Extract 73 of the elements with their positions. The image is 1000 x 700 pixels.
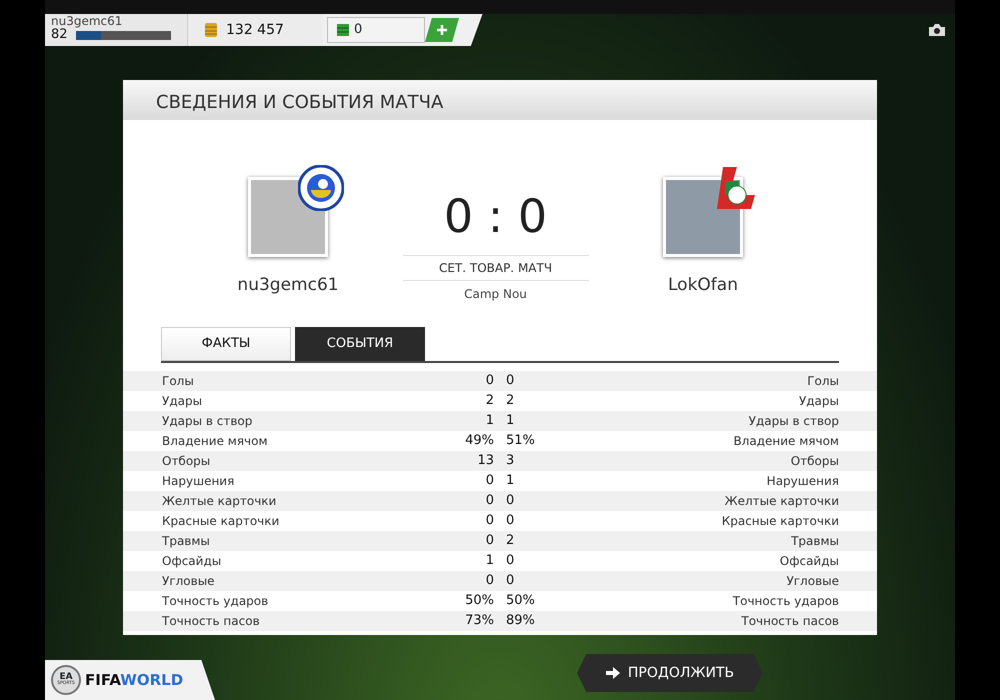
stat-label: Точность пасов [741,613,839,630]
away-stat-value: 3 [506,452,516,470]
panel-title: СВЕДЕНИЯ И СОБЫТИЯ МАТЧА [123,80,877,120]
stat-label: Отборы [162,453,210,470]
add-points-button[interactable] [425,18,459,42]
home-player-name: nu3gemc61 [237,274,339,297]
away-stat-value: 0 [506,572,516,590]
home-stat-value: 0 [484,492,494,510]
away-stat-value: 0 [506,492,516,510]
username: nu3gemc61 [51,14,124,28]
stat-label: Удары [798,393,839,410]
stat-label: Удары в створ [162,413,252,430]
stat-label: Красные карточки [162,513,280,530]
stat-label: Желтые карточки [724,493,839,510]
stat-label: Точность пасов [162,613,260,630]
venue-name: Camp Nou [464,286,527,303]
tab[interactable]: ФАКТЫ [161,327,291,361]
home-stat-value: 73% [464,612,494,630]
away-stat-value: 1 [506,412,516,430]
stat-label: Владение мячом [162,433,268,450]
home-stat-value: 13 [476,452,494,470]
stat-label: Угловые [786,573,839,590]
stat-label: Нарушения [766,473,839,490]
continue-button[interactable]: ПРОДОЛЖИТЬ [577,654,763,692]
home-stat-value: 0 [484,372,494,390]
tab[interactable]: СОБЫТИЯ [295,327,425,361]
coins-amount: 132 457 [226,20,284,40]
club-badge-icon [298,165,344,211]
points-icon [336,23,350,37]
away-stat-value: 0 [506,552,516,570]
level-number: 82 [51,28,68,42]
away-stat-value: 50% [506,592,536,610]
stat-label: Голы [807,373,839,390]
stat-label: Офсайды [162,553,222,570]
match-type: СЕТ. ТОВАР. МАТЧ [402,255,588,281]
home-stat-value: 2 [484,392,494,410]
stat-label: Офсайды [780,553,839,570]
home-stat-value: 0 [484,532,494,550]
away-stat-value: 1 [506,472,516,490]
stat-label: Точность ударов [732,593,839,610]
plus-icon [437,25,447,35]
coins-icon [204,22,218,38]
camera-icon[interactable] [929,24,945,36]
away-stat-value: 2 [506,532,516,550]
away-player-name: LokOfan [668,274,738,297]
home-stat-value: 49% [464,432,494,450]
stat-label: Голы [162,373,194,390]
match-score: 0 : 0 [444,193,548,239]
stat-label: Точность ударов [162,593,268,610]
away-stat-value: 0 [506,512,516,530]
stat-label: Угловые [162,573,215,590]
home-stat-value: 50% [464,592,494,610]
stat-label: Травмы [162,533,210,550]
points-amount: 0 [354,21,362,40]
stat-label: Нарушения [162,473,234,490]
home-stat-value: 0 [484,572,494,590]
stat-label: Удары в створ [748,413,839,430]
home-stat-value: 0 [484,472,494,490]
stat-label: Отборы [790,453,839,470]
stat-label: Удары [162,393,202,410]
stat-label: Красные карточки [722,513,839,530]
stat-label: Желтые карточки [162,493,276,510]
away-stat-value: 51% [506,432,536,450]
away-stat-value: 0 [506,372,516,390]
home-stat-value: 0 [484,512,494,530]
home-stat-value: 1 [484,412,494,430]
fifa-world-logo: FIFAWORLD [85,670,184,691]
home-stat-value: 1 [484,552,494,570]
stat-label: Травмы [791,533,839,550]
arrow-right-icon [606,667,620,679]
away-stat-value: 2 [506,392,516,410]
stat-label: Владение мячом [733,433,839,450]
away-stat-value: 89% [506,612,536,630]
